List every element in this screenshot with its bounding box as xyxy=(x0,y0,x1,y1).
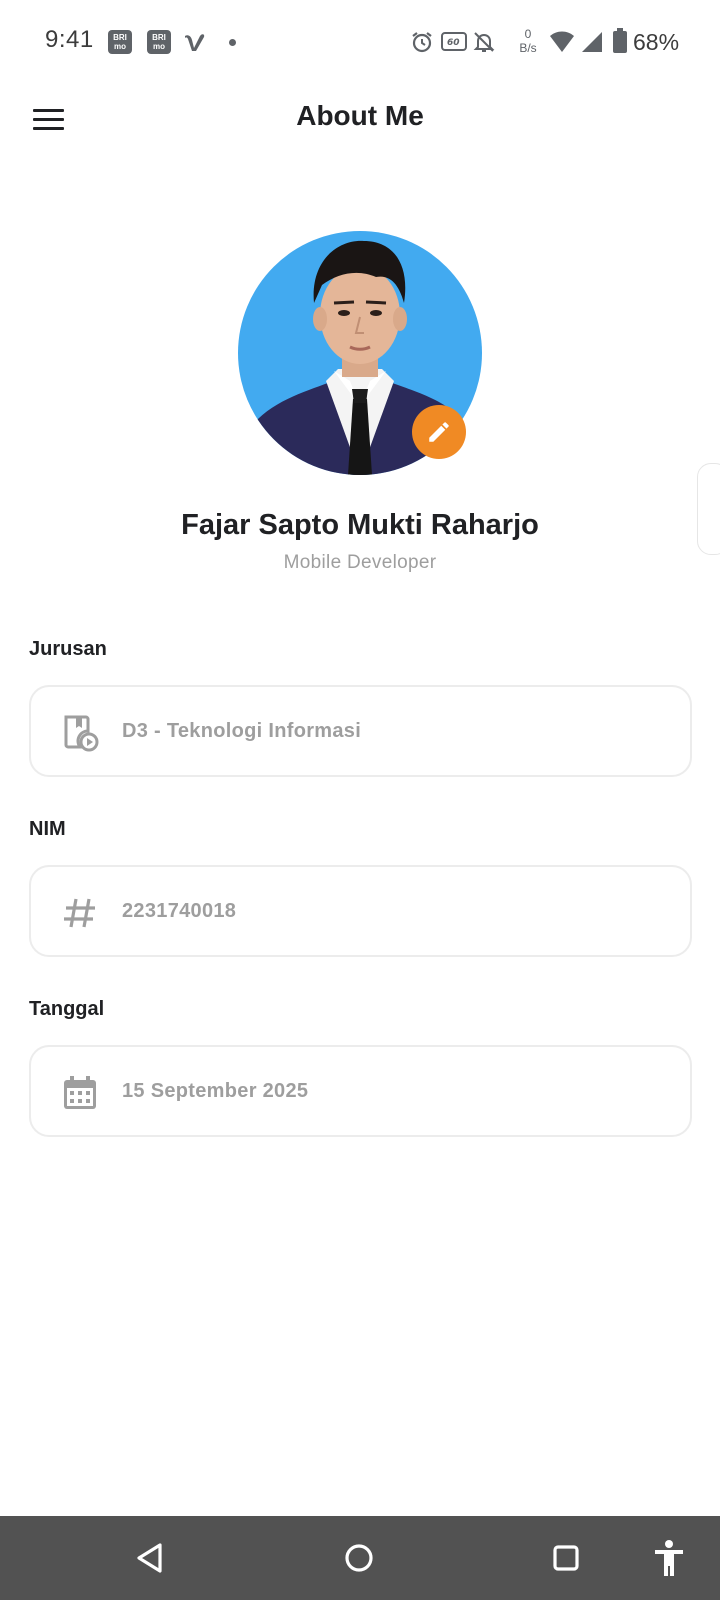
battery-percent: 68% xyxy=(633,29,680,55)
status-bar: 9:41 BRI mo BRI mo 60 0 B/s 68% xyxy=(0,0,720,84)
cell-signal-icon xyxy=(582,32,602,52)
home-icon[interactable] xyxy=(337,1536,381,1580)
avatar-container xyxy=(238,231,482,475)
pencil-icon xyxy=(429,422,449,442)
back-icon[interactable] xyxy=(128,1536,172,1580)
hash-icon xyxy=(64,898,95,928)
calendar-icon xyxy=(64,1076,96,1109)
field-value-tanggal: 15 September 2025 xyxy=(122,1080,309,1102)
page-title: About Me xyxy=(296,100,424,131)
profile-role: Mobile Developer xyxy=(283,552,437,573)
alarm-icon xyxy=(412,32,432,53)
refresh-60hz-icon: 60 xyxy=(441,32,467,51)
accessibility-icon[interactable] xyxy=(647,1536,691,1580)
recents-icon[interactable] xyxy=(544,1536,588,1580)
profile-name: Fajar Sapto Mukti Raharjo xyxy=(181,509,539,541)
svg-text:60: 60 xyxy=(447,38,460,48)
system-nav-bar xyxy=(0,1516,720,1600)
field-value-nim: 2231740018 xyxy=(122,900,237,922)
edge-panel-handle[interactable] xyxy=(697,463,720,555)
battery-icon xyxy=(613,28,627,53)
field-value-jurusan: D3 - Teknologi Informasi xyxy=(122,720,362,742)
field-jurusan[interactable]: D3 - Teknologi Informasi xyxy=(29,685,692,777)
video-library-icon xyxy=(64,715,99,752)
field-tanggal[interactable]: 15 September 2025 xyxy=(29,1045,692,1137)
field-nim[interactable]: 2231740018 xyxy=(29,865,692,957)
field-label-nim: NIM xyxy=(29,818,66,840)
edit-photo-button[interactable] xyxy=(412,405,466,459)
status-time: 9:41 xyxy=(45,26,94,53)
notifications-off-icon xyxy=(473,32,495,52)
brimo-icon: BRI mo xyxy=(147,30,171,54)
vidio-icon xyxy=(185,34,205,51)
app-bar: About Me xyxy=(0,84,720,156)
brimo-icon: BRI mo xyxy=(108,30,132,54)
dot-icon xyxy=(229,39,236,46)
wifi-icon xyxy=(550,31,574,52)
field-label-jurusan: Jurusan xyxy=(29,638,107,660)
network-speed: 0 B/s xyxy=(519,27,537,55)
field-label-tanggal: Tanggal xyxy=(29,998,105,1020)
